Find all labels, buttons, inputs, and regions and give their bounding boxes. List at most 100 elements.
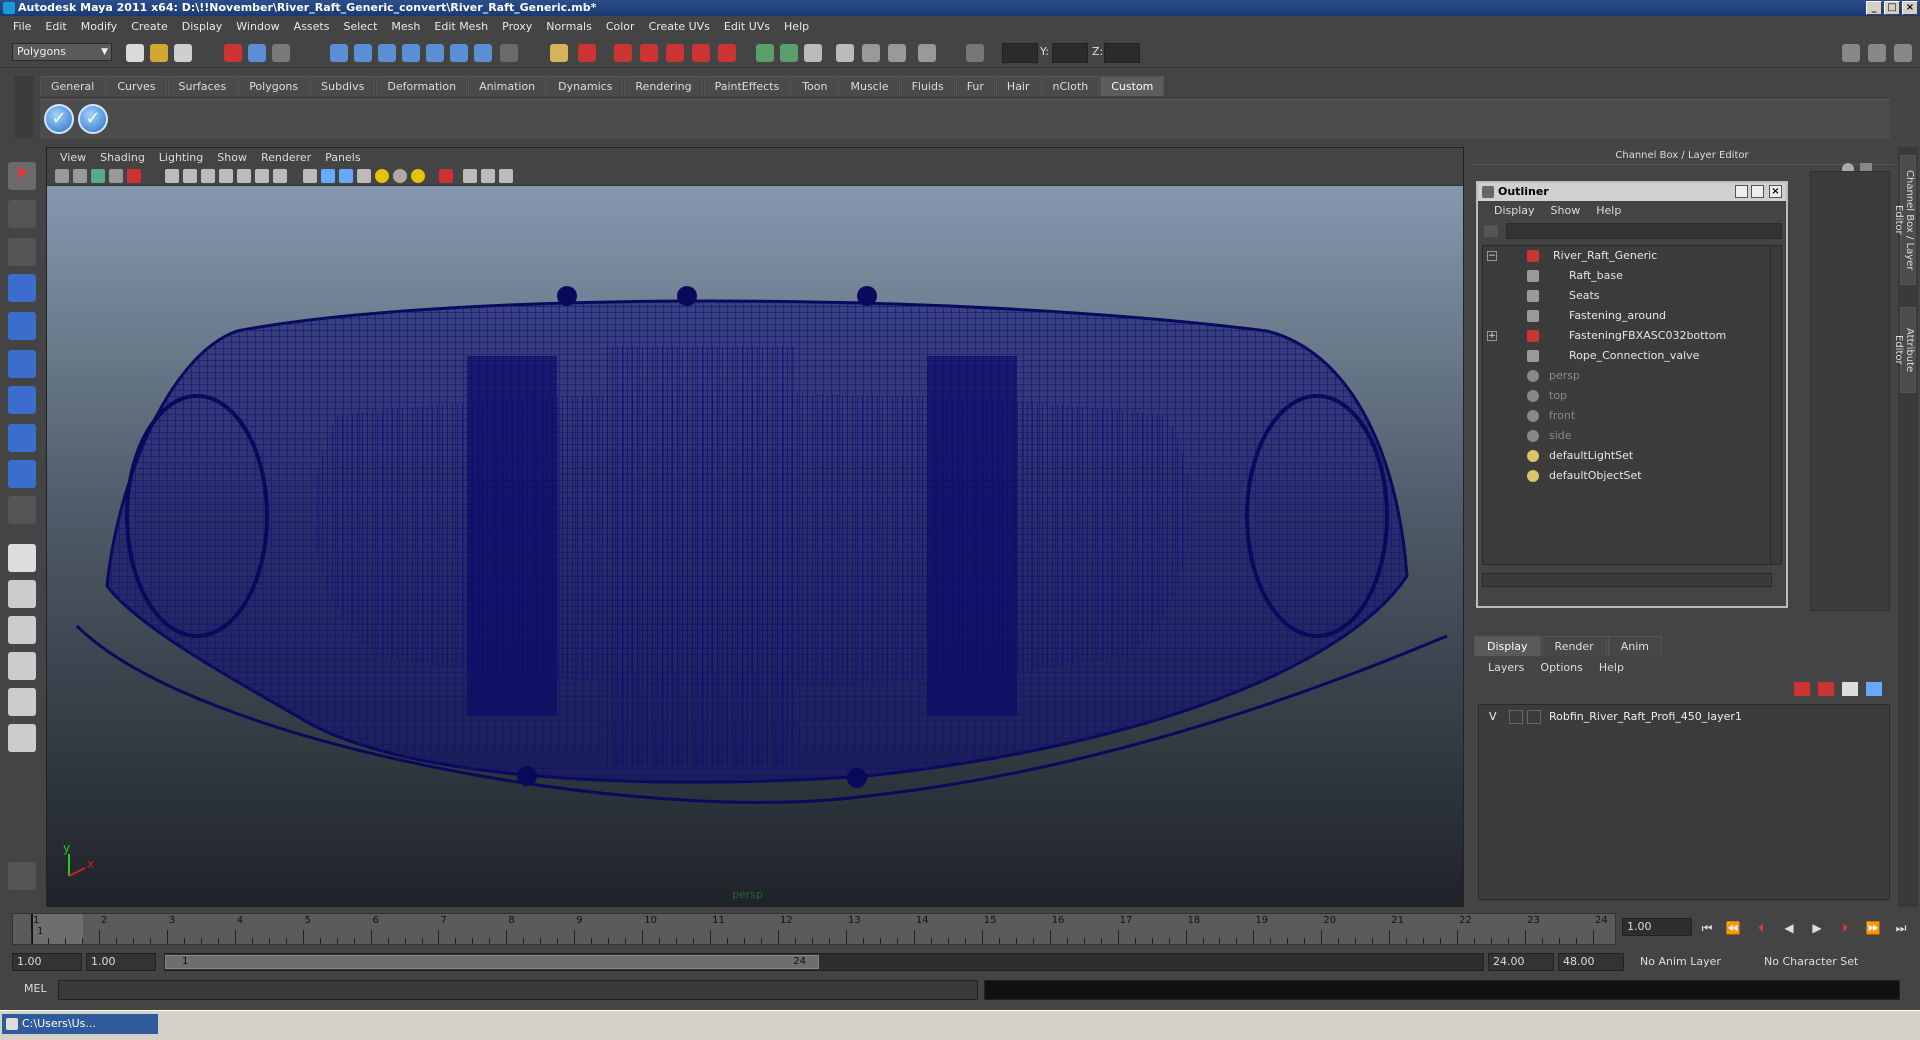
- menu-modify[interactable]: Modify: [74, 16, 124, 38]
- expand-icon[interactable]: +: [1487, 331, 1497, 341]
- viewport-canvas[interactable]: y x persp: [47, 186, 1463, 906]
- all-lights-icon[interactable]: [339, 169, 353, 183]
- field-chart-icon[interactable]: [481, 169, 495, 183]
- camera-attributes-icon[interactable]: [73, 169, 87, 183]
- construction-history-icon[interactable]: [500, 44, 518, 62]
- outliner-item[interactable]: front: [1483, 406, 1771, 426]
- render-current-icon[interactable]: [640, 44, 658, 62]
- anim-layer-select[interactable]: No Anim Layer: [1640, 953, 1721, 971]
- select-tool-icon[interactable]: ➤: [8, 162, 36, 190]
- layer-menu-help[interactable]: Help: [1591, 658, 1632, 678]
- go-to-start-icon[interactable]: ⏮: [1698, 920, 1716, 936]
- layer-playback-toggle[interactable]: [1509, 710, 1523, 724]
- resolution-gate-icon[interactable]: [439, 169, 453, 183]
- open-scene-icon[interactable]: [150, 44, 168, 62]
- camera-icon[interactable]: [836, 44, 854, 62]
- sphere-shade-icon[interactable]: [393, 169, 407, 183]
- side-tab-attribute-editor[interactable]: Attribute Editor: [1893, 307, 1916, 393]
- show-manipulator-icon[interactable]: [8, 460, 36, 488]
- quick-layout-icon[interactable]: [8, 862, 36, 890]
- x-field[interactable]: [1002, 43, 1038, 63]
- snap-grid-icon[interactable]: [330, 44, 348, 62]
- menu-set-select[interactable]: Polygons ▼: [12, 43, 112, 61]
- menu-edit-mesh[interactable]: Edit Mesh: [427, 16, 495, 38]
- outliner-item[interactable]: + FasteningFBXASC032bottom: [1483, 326, 1771, 346]
- new-layer-from-selection-icon[interactable]: [1866, 682, 1882, 696]
- outliner-filter-icon[interactable]: [1484, 225, 1498, 237]
- current-frame-field[interactable]: 1.00: [1622, 918, 1692, 936]
- new-scene-icon[interactable]: [126, 44, 144, 62]
- ipr-render-icon[interactable]: [666, 44, 684, 62]
- show-channel-box-icon[interactable]: [1842, 44, 1860, 62]
- absolute-transform-icon[interactable]: [966, 44, 984, 62]
- layer-tab-anim[interactable]: Anim: [1607, 636, 1662, 656]
- outliner-horizontal-scrollbar[interactable]: [1482, 573, 1772, 587]
- z-field[interactable]: [1104, 43, 1140, 63]
- outliner-item[interactable]: top: [1483, 386, 1771, 406]
- outliner-item[interactable]: side: [1483, 426, 1771, 446]
- menu-window[interactable]: Window: [229, 16, 286, 38]
- outliner-item[interactable]: persp: [1483, 366, 1771, 386]
- shelf-tab[interactable]: nCloth: [1041, 76, 1100, 96]
- minimize-button[interactable]: _: [1866, 1, 1882, 15]
- animation-start-field[interactable]: 1.00: [12, 953, 82, 971]
- lock-icon[interactable]: [550, 44, 568, 62]
- rotate-tool-icon[interactable]: [8, 312, 36, 340]
- outliner-item[interactable]: Seats: [1483, 286, 1771, 306]
- shelf-tab[interactable]: Animation: [468, 76, 547, 96]
- snap-point-icon[interactable]: [378, 44, 396, 62]
- menu-color[interactable]: Color: [599, 16, 642, 38]
- menu-select[interactable]: Select: [336, 16, 384, 38]
- y-field[interactable]: [1052, 43, 1088, 63]
- snap-curve-icon[interactable]: [354, 44, 372, 62]
- viewport-menu-show[interactable]: Show: [210, 151, 254, 164]
- menu-mesh[interactable]: Mesh: [384, 16, 427, 38]
- shelf-tab-active[interactable]: Custom: [1100, 76, 1165, 96]
- outliner-item[interactable]: Raft_base: [1483, 266, 1771, 286]
- manipulator-tool-icon[interactable]: [8, 386, 36, 414]
- outliner-item[interactable]: Rope_Connection_valve: [1483, 346, 1771, 366]
- last-tool-icon[interactable]: [8, 496, 36, 524]
- step-forward-key-icon[interactable]: ⏵: [1836, 920, 1854, 936]
- render-view-icon[interactable]: [614, 44, 632, 62]
- outliner-item[interactable]: defaultObjectSet: [1483, 466, 1771, 486]
- move-tool-icon[interactable]: [8, 274, 36, 302]
- menu-display[interactable]: Display: [175, 16, 230, 38]
- shelf-tab[interactable]: Surfaces: [167, 76, 238, 96]
- menu-edit-uvs[interactable]: Edit UVs: [717, 16, 777, 38]
- custom-shelf-button-1[interactable]: ✓: [44, 104, 74, 134]
- menu-help[interactable]: Help: [777, 16, 816, 38]
- four-pane-layout-icon[interactable]: [8, 580, 36, 608]
- outliner-persp-layout-icon[interactable]: [8, 616, 36, 644]
- outliner-menu-help[interactable]: Help: [1588, 202, 1629, 220]
- shelf-tab[interactable]: Dynamics: [547, 76, 624, 96]
- new-layer-icon[interactable]: [1842, 682, 1858, 696]
- viewport-menu-shading[interactable]: Shading: [93, 151, 152, 164]
- command-language-label[interactable]: MEL: [24, 982, 47, 995]
- outliner-vertical-scrollbar[interactable]: [1770, 245, 1782, 565]
- layer-move-down-icon[interactable]: [1818, 682, 1834, 696]
- bookmark-icon[interactable]: [91, 169, 105, 183]
- menu-edit[interactable]: Edit: [38, 16, 73, 38]
- time-slider[interactable]: 1 1 2 3 4 5 6 7 8 9 10 11 12 13 14 15 16 17 18 19 20 21 22 23 2…: [12, 913, 1616, 945]
- close-button[interactable]: ×: [1902, 1, 1918, 15]
- film-gate-icon[interactable]: [127, 169, 141, 183]
- snap-plane-icon[interactable]: [402, 44, 420, 62]
- rename-icon[interactable]: [888, 44, 906, 62]
- shelf-menu-handle[interactable]: [14, 76, 34, 138]
- shelf-tab[interactable]: Subdivs: [310, 76, 376, 96]
- scale-tool-icon[interactable]: [8, 350, 36, 378]
- select-component-icon[interactable]: [272, 44, 290, 62]
- shelf-tab[interactable]: Curves: [106, 76, 167, 96]
- soft-mod-tool-icon[interactable]: [8, 424, 36, 452]
- layer-tab-render[interactable]: Render: [1541, 636, 1607, 656]
- flat-shade-icon[interactable]: [219, 169, 233, 183]
- range-slider-handle[interactable]: 1 24: [165, 955, 819, 969]
- go-to-end-icon[interactable]: ⏭: [1892, 920, 1910, 936]
- bounding-box-icon[interactable]: [237, 169, 251, 183]
- shelf-tab[interactable]: General: [40, 76, 106, 96]
- shelf-tab[interactable]: PaintEffects: [703, 76, 791, 96]
- step-back-key-icon[interactable]: ⏴: [1752, 920, 1770, 936]
- light-bulb-icon[interactable]: [375, 169, 389, 183]
- taskbar-item[interactable]: C:\Users\Us...: [2, 1014, 158, 1034]
